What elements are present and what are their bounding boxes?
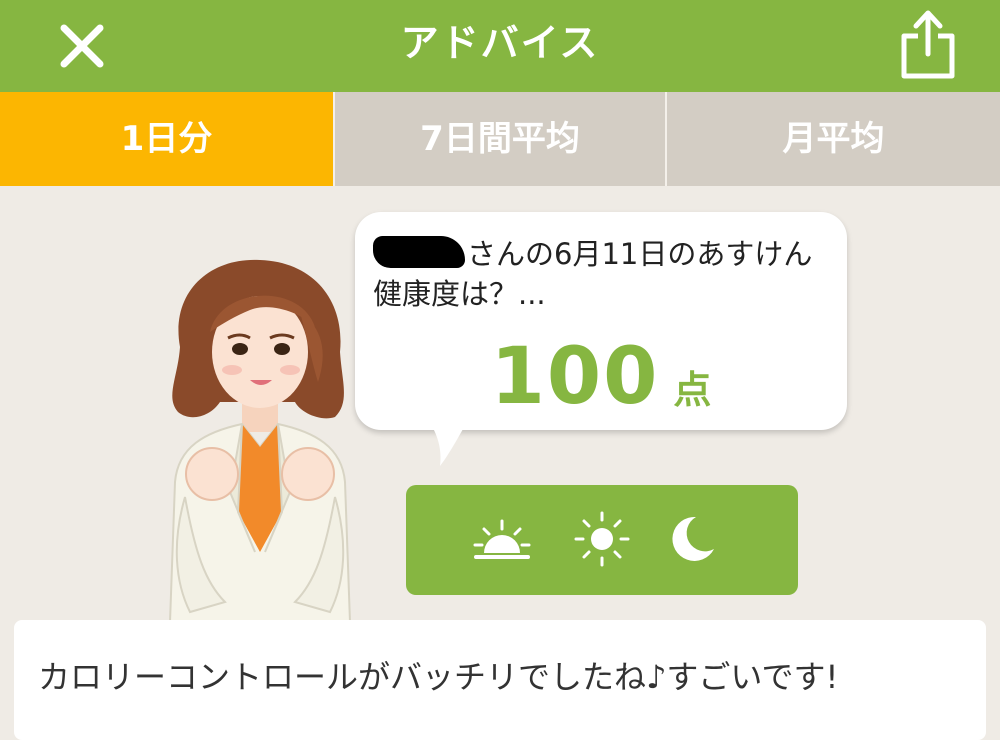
score-unit: 点 <box>673 368 712 412</box>
score-value: 100 <box>490 332 660 422</box>
greeting-line-2: 健康度は？... <box>373 277 546 311</box>
sunrise-icon[interactable] <box>472 509 532 569</box>
share-icon <box>901 10 955 79</box>
greeting-text: さんの6月11日のあすけん 健康度は？... <box>373 234 843 314</box>
header-bar: アドバイス <box>0 0 1000 92</box>
greeting-line-1: さんの6月11日のあすけん <box>467 237 813 271</box>
speech-bubble: さんの6月11日のあすけん 健康度は？... 100 点 <box>355 212 847 430</box>
advice-message: カロリーコントロールがバッチリでしたね♪すごいです! <box>38 658 839 696</box>
time-of-day-panel <box>406 485 798 595</box>
page-title: アドバイス <box>400 21 600 65</box>
moon-icon[interactable] <box>662 509 722 569</box>
period-tabs: 1日分 7日間平均 月平均 <box>0 92 1000 186</box>
health-score: 100 点 <box>355 332 847 422</box>
speech-bubble-tail <box>428 420 468 466</box>
advisor-avatar <box>168 259 352 622</box>
share-button[interactable] <box>892 6 964 82</box>
advice-message-card: カロリーコントロールがバッチリでしたね♪すごいです! <box>14 620 986 740</box>
tab-1day[interactable]: 1日分 <box>0 92 333 186</box>
sun-icon[interactable] <box>572 509 632 569</box>
tab-7day-average[interactable]: 7日間平均 <box>333 92 667 186</box>
redacted-username <box>373 236 465 268</box>
tab-monthly-average[interactable]: 月平均 <box>667 92 1000 186</box>
